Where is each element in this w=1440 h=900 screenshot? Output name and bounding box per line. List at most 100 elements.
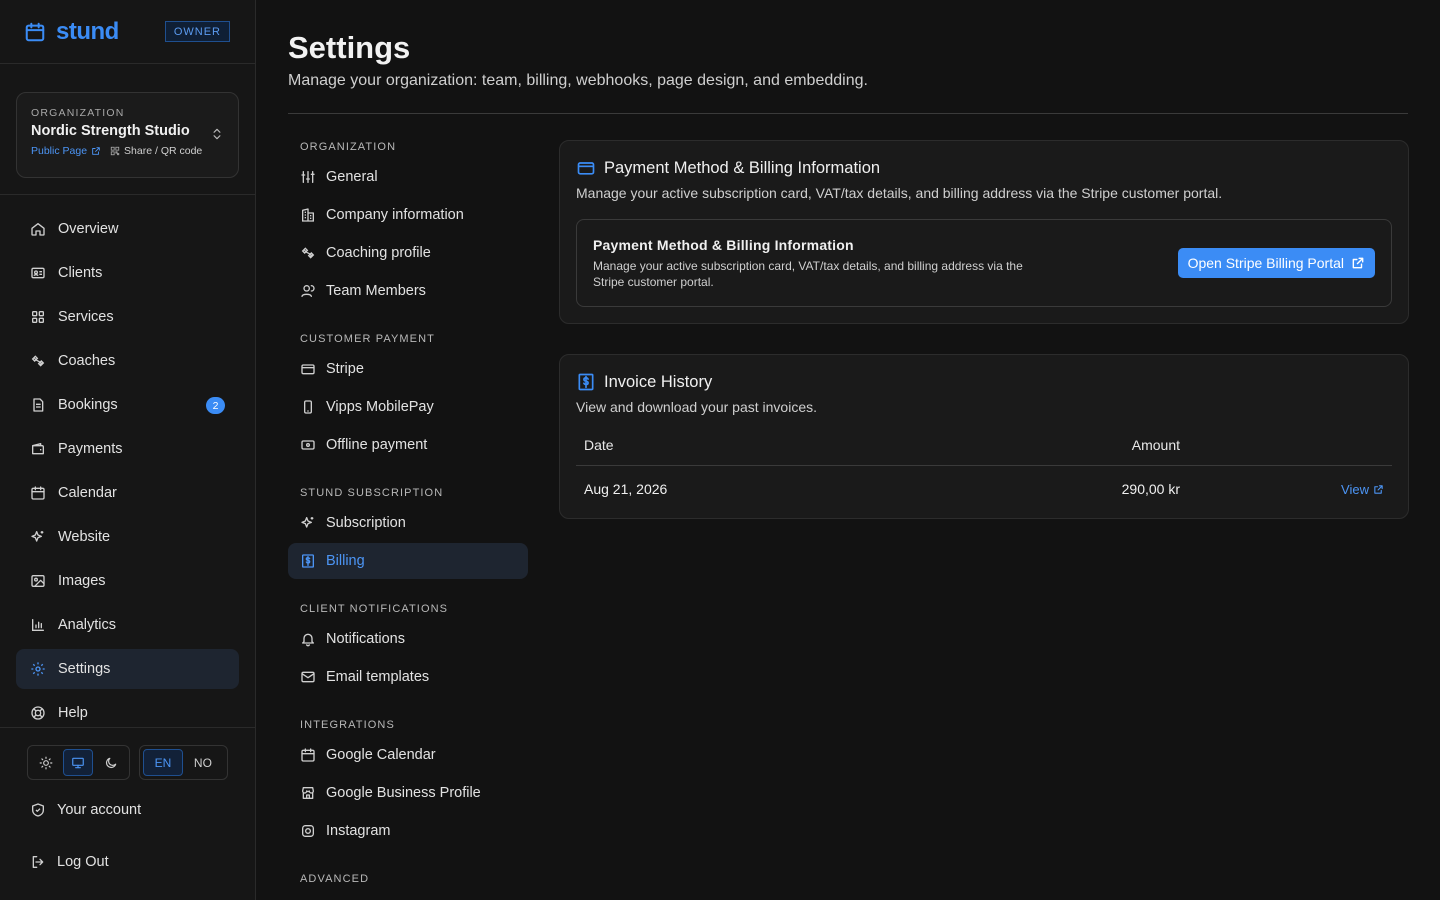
sidebar-item-website[interactable]: Website [16, 517, 239, 557]
settings-section-advanced: ADVANCED [288, 873, 528, 889]
org-label: ORGANIZATION [31, 107, 125, 119]
column-header-actions [1188, 437, 1392, 466]
role-badge: OWNER [164, 21, 230, 42]
main-content: Settings Manage your organization: team,… [288, 0, 1409, 885]
panel-title: Payment Method & Billing Information [593, 236, 854, 253]
mail-icon [300, 669, 326, 685]
invoice-history-card: Invoice History View and download your p… [559, 354, 1409, 519]
grid-icon [30, 309, 58, 325]
page-title: Settings [288, 30, 411, 65]
your-account-link[interactable]: Your account [27, 790, 228, 830]
home-icon [30, 221, 58, 237]
billing-portal-panel: Payment Method & Billing Information Man… [576, 219, 1392, 307]
language-en-button[interactable]: EN [142, 749, 183, 776]
settings-item-offline-payment[interactable]: Offline payment [288, 427, 528, 463]
document-icon [30, 397, 58, 413]
sidebar-item-label: Payments [58, 441, 123, 457]
sidebar-item-label: Help [58, 705, 88, 721]
wallet-icon [30, 441, 58, 457]
preference-toggles: EN NO [27, 745, 228, 780]
settings-item-label: Subscription [326, 515, 406, 531]
sidebar-item-label: Website [58, 529, 111, 545]
invoice-date: Aug 21, 2026 [584, 481, 668, 498]
settings-item-label: General [326, 169, 378, 185]
external-link-icon [1369, 484, 1384, 495]
org-switcher-wrap: ORGANIZATION Nordic Strength Studio Publ… [0, 64, 255, 195]
settings-item-team-members[interactable]: Team Members [288, 273, 528, 309]
open-stripe-portal-button[interactable]: Open Stripe Billing Portal [1177, 248, 1375, 278]
sidebar-footer: EN NO Your account Log Out [0, 727, 255, 882]
settings-item-label: Coaching profile [326, 245, 431, 261]
settings-item-stripe[interactable]: Stripe [288, 351, 528, 387]
settings-item-vipps-mobilepay[interactable]: Vipps MobilePay [288, 389, 528, 425]
settings-item-label: Team Members [326, 283, 426, 299]
section-title: INTEGRATIONS [300, 719, 395, 731]
credit-card-icon [300, 361, 326, 377]
sidebar-item-overview[interactable]: Overview [16, 209, 239, 249]
org-name: Nordic Strength Studio [31, 123, 190, 139]
invoice-table: Date Amount Aug 21, 2026 290,00 kr View [576, 437, 1392, 502]
card-title: Payment Method & Billing Information [604, 158, 881, 177]
external-link-icon [87, 146, 101, 156]
settings-item-label: Company information [326, 207, 464, 223]
image-icon [30, 573, 58, 589]
sparkles-icon [300, 515, 326, 531]
dumbbell-icon [30, 353, 58, 369]
gear-icon [30, 661, 58, 677]
settings-item-email-templates[interactable]: Email templates [288, 659, 528, 695]
sidebar-item-services[interactable]: Services [16, 297, 239, 337]
sidebar-item-bookings[interactable]: Bookings 2 [16, 385, 239, 425]
settings-item-label: Email templates [326, 669, 430, 685]
settings-item-google-calendar[interactable]: Google Calendar [288, 737, 528, 773]
sidebar-item-images[interactable]: Images [16, 561, 239, 601]
sidebar-item-label: Overview [58, 221, 119, 237]
theme-light-button[interactable] [31, 749, 61, 776]
brand-name[interactable]: stund [56, 18, 119, 46]
panel-text: Payment Method & Billing Information Man… [593, 237, 1043, 290]
settings-item-general[interactable]: General [288, 159, 528, 195]
settings-item-instagram[interactable]: Instagram [288, 813, 528, 849]
share-label: Share / QR code [124, 145, 203, 157]
calendar-icon [300, 747, 326, 763]
settings-item-label: Notifications [326, 631, 405, 647]
settings-item-label: Instagram [326, 823, 391, 839]
settings-item-subscription[interactable]: Subscription [288, 505, 528, 541]
share-qr-link[interactable]: Share / QR code [110, 145, 202, 157]
view-invoice-link[interactable]: View [1341, 482, 1384, 497]
sidebar-item-label: Settings [58, 661, 111, 677]
sidebar-item-analytics[interactable]: Analytics [16, 605, 239, 645]
store-icon [300, 785, 326, 801]
settings-item-billing[interactable]: Billing [288, 543, 528, 579]
settings-item-label: Vipps MobilePay [326, 399, 434, 415]
language-no-button[interactable]: NO [183, 749, 223, 776]
brand-bar: stund OWNER [0, 0, 255, 64]
moon-icon [104, 756, 118, 770]
settings-item-coaching-profile[interactable]: Coaching profile [288, 235, 528, 271]
theme-toggle [27, 745, 130, 780]
receipt-dollar-icon [300, 553, 326, 569]
settings-item-google-business-profile[interactable]: Google Business Profile [288, 775, 528, 811]
settings-item-company-information[interactable]: Company information [288, 197, 528, 233]
card-header: Payment Method & Billing Information [576, 158, 1392, 178]
settings-item-notifications[interactable]: Notifications [288, 621, 528, 657]
sidebar-item-clients[interactable]: Clients [16, 253, 239, 293]
sidebar-item-settings[interactable]: Settings [16, 649, 239, 689]
sidebar-item-payments[interactable]: Payments [16, 429, 239, 469]
org-switcher[interactable]: ORGANIZATION Nordic Strength Studio Publ… [16, 92, 239, 178]
settings-item-label: Google Calendar [326, 747, 436, 763]
settings-item-label: Offline payment [326, 437, 428, 453]
theme-dark-button[interactable] [96, 749, 126, 776]
calendar-logo-icon [24, 21, 46, 43]
building-icon [300, 207, 326, 223]
public-page-link[interactable]: Public Page [31, 145, 101, 157]
card-title: Invoice History [604, 372, 713, 391]
settings-item-label: Stripe [326, 361, 364, 377]
theme-system-button[interactable] [63, 749, 94, 776]
sidebar-item-coaches[interactable]: Coaches [16, 341, 239, 381]
sidebar-item-calendar[interactable]: Calendar [16, 473, 239, 513]
sidebar-item-label: Services [58, 309, 114, 325]
logout-label: Log Out [57, 854, 109, 870]
sidebar-item-label: Clients [58, 265, 103, 281]
section-title: CLIENT NOTIFICATIONS [300, 603, 449, 615]
logout-button[interactable]: Log Out [27, 842, 228, 882]
